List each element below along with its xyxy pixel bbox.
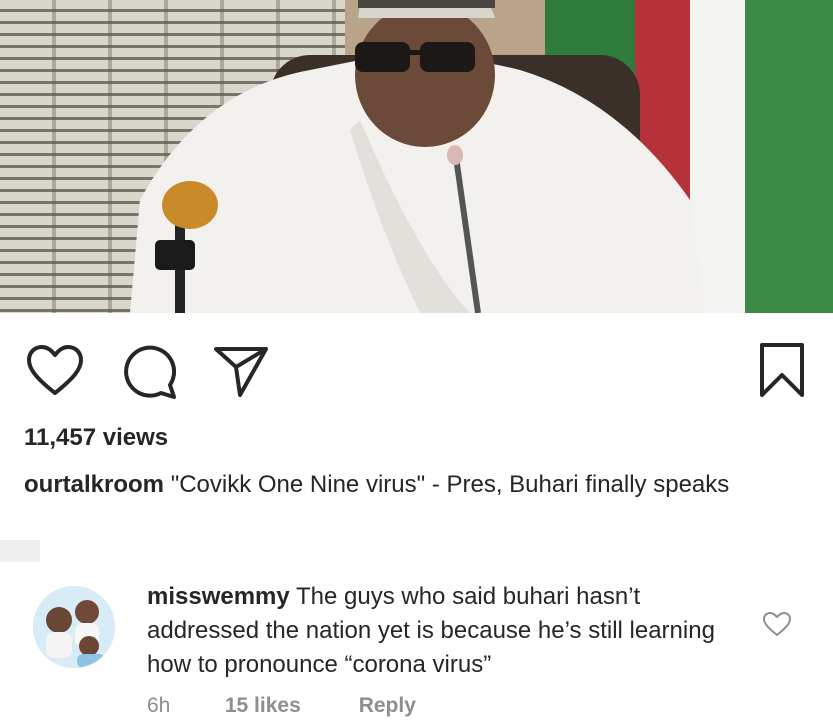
caption-text: "Covikk One Nine virus" - Pres, Buhari f… bbox=[170, 471, 730, 498]
section-divider bbox=[0, 540, 40, 562]
reply-button[interactable]: Reply bbox=[359, 694, 416, 718]
post-video[interactable] bbox=[0, 0, 833, 313]
send-icon[interactable] bbox=[212, 345, 270, 399]
view-count[interactable]: 11,457 views bbox=[24, 424, 168, 452]
comment-text-block: misswemmy The guys who said buhari hasn’… bbox=[147, 580, 747, 682]
comment-username[interactable]: misswemmy bbox=[147, 583, 290, 610]
speaker-figure bbox=[130, 0, 705, 313]
avatar[interactable] bbox=[33, 586, 115, 668]
post-caption: ourtalkroom "Covikk One Nine virus" - Pr… bbox=[24, 466, 814, 504]
comment-meta: 6h 15 likes Reply bbox=[147, 694, 416, 718]
comment-time: 6h bbox=[147, 694, 171, 717]
avatar-image bbox=[33, 586, 115, 668]
heart-icon[interactable] bbox=[26, 345, 84, 397]
caption-username[interactable]: ourtalkroom bbox=[24, 471, 164, 498]
comment-likes[interactable]: 15 likes bbox=[225, 694, 353, 718]
comment-like-heart-icon[interactable] bbox=[762, 611, 792, 637]
bookmark-icon[interactable] bbox=[758, 341, 806, 399]
comment-icon[interactable] bbox=[120, 345, 178, 399]
post-action-bar bbox=[0, 313, 833, 413]
